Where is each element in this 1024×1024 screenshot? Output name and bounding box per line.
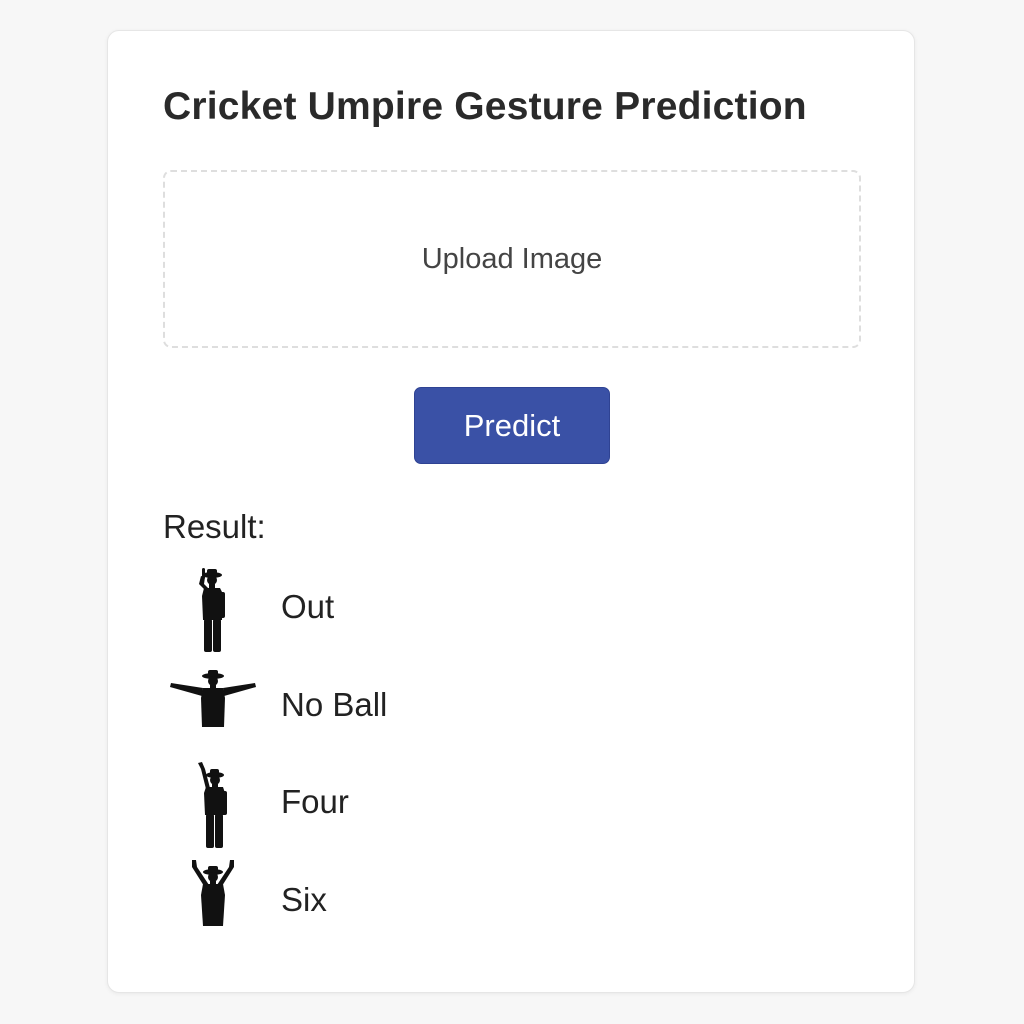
umpire-out-signal-icon (165, 566, 261, 654)
upload-dropzone[interactable]: Upload Image (163, 170, 861, 348)
umpire-no-ball-signal-icon (165, 664, 261, 752)
result-item-out: Out (163, 566, 763, 664)
predict-button[interactable]: Predict (414, 387, 610, 464)
result-label-out: Out (281, 588, 335, 625)
page-title: Cricket Umpire Gesture Prediction (163, 85, 807, 128)
result-label-four: Four (281, 783, 349, 820)
result-heading: Result: (163, 508, 266, 545)
prediction-card: Cricket Umpire Gesture Prediction Upload… (107, 30, 915, 993)
result-label-no-ball: No Ball (281, 685, 388, 723)
result-item-six: Six (163, 859, 763, 957)
result-item-no-ball: No Ball (163, 664, 763, 762)
umpire-four-signal-icon (165, 761, 261, 849)
result-label-six: Six (281, 880, 327, 918)
upload-label: Upload Image (421, 242, 603, 275)
umpire-six-signal-icon (165, 859, 261, 947)
result-list: Out No Ball Four Six (163, 566, 763, 956)
result-item-four: Four (163, 761, 763, 859)
